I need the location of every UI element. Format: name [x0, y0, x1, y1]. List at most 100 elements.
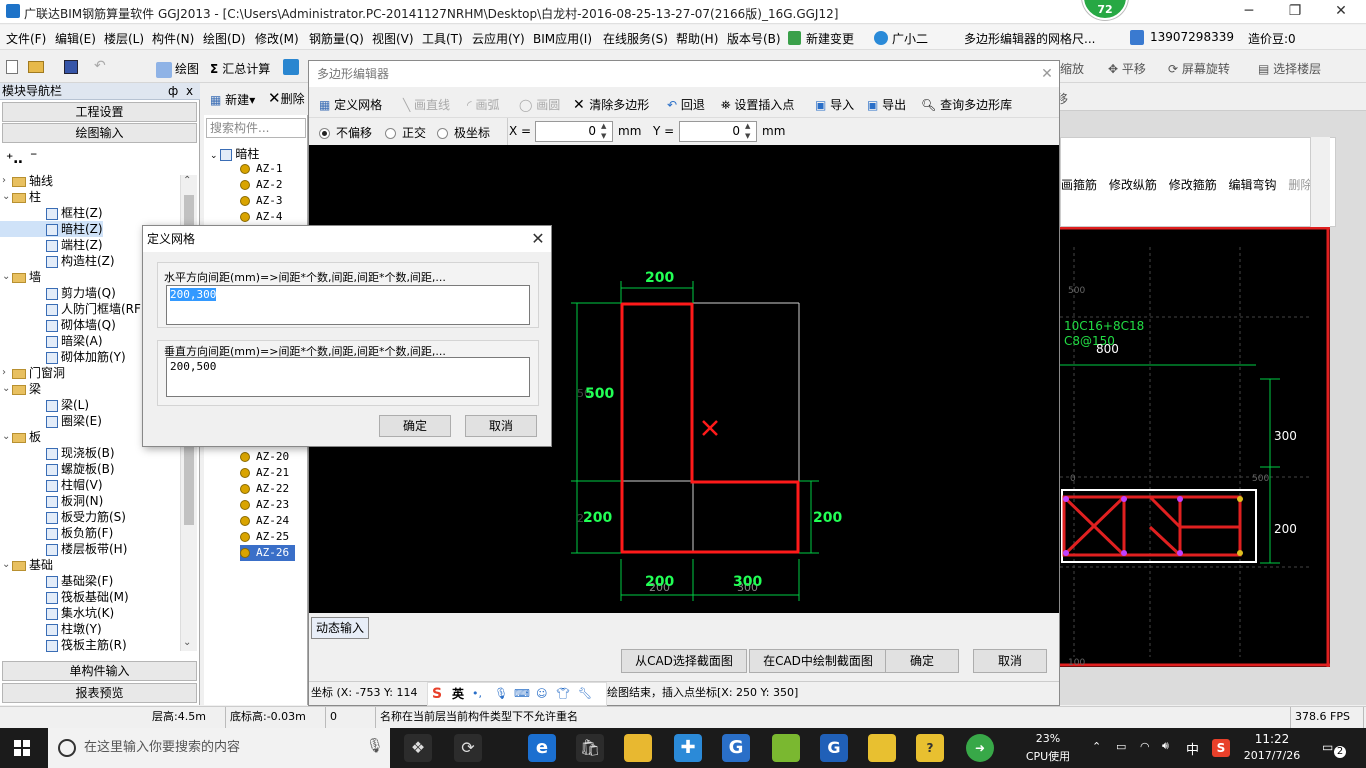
menu-bim[interactable]: BIM应用(I) [533, 30, 592, 47]
tree-item[interactable]: 基础梁(F) [0, 573, 113, 589]
draw-input-button[interactable]: 绘图输入 [2, 123, 197, 143]
delete-rebar-button[interactable]: 删除 [1288, 178, 1312, 192]
menu-assistant[interactable]: 广小二 [892, 30, 928, 47]
menu-cloud[interactable]: 云应用(Y) [472, 30, 525, 47]
delete-component-button[interactable]: ✕删除 [268, 89, 305, 107]
tree-item[interactable]: 暗柱(Z) [0, 221, 103, 237]
open-folder-icon[interactable] [28, 61, 44, 73]
tree-folder[interactable]: › 轴线 [0, 173, 53, 189]
expand-all-icon[interactable]: ⁺‥ [6, 151, 23, 167]
microphone-icon[interactable]: 🎙︎ [494, 683, 508, 705]
cloud-check-icon[interactable] [283, 59, 299, 75]
dialog-close-icon[interactable]: ✕ [527, 228, 549, 250]
glodon-app-icon[interactable]: ⟳ [454, 734, 482, 762]
expand-chevron-icon[interactable]: ⌄ [2, 557, 10, 573]
keyboard-icon[interactable]: ⌨ [514, 683, 530, 705]
tree-item[interactable]: 现浇板(B) [0, 445, 115, 461]
pin-icon[interactable]: ф [168, 83, 178, 99]
set-insert-point-button[interactable]: ⛯ 设置插入点 [721, 96, 794, 113]
network-icon[interactable]: ▭ [1116, 740, 1126, 753]
panel-close-icon[interactable]: x [186, 83, 193, 99]
tree-item[interactable]: 暗梁(A) [0, 333, 103, 349]
component-list-item[interactable]: AZ-20 [240, 449, 289, 465]
pan-button[interactable]: ✥ 平移 [1108, 60, 1146, 77]
clear-polygon-button[interactable]: ✕ 清除多边形 [573, 96, 649, 113]
scroll-down-icon[interactable]: ⌄ [183, 637, 191, 648]
draw-tool-button[interactable]: 绘图 [156, 60, 199, 78]
wrench-icon[interactable]: 🔧︎ [578, 683, 592, 705]
tree-folder[interactable]: ⌄ 基础 [0, 557, 53, 573]
expand-chevron-icon[interactable]: › [2, 173, 6, 189]
component-list-item[interactable]: AZ-23 [240, 497, 289, 513]
volume-icon[interactable]: 🔊︎ [1162, 739, 1169, 753]
polygon-cancel-button[interactable]: 取消 [973, 649, 1047, 673]
tree-item[interactable]: 砌体墙(Q) [0, 317, 116, 333]
menu-rebar-qty[interactable]: 钢筋量(Q) [309, 30, 364, 47]
draw-stirrup-button[interactable]: 画箍筋 [1061, 178, 1097, 192]
tree-item[interactable]: 端柱(Z) [0, 237, 103, 253]
edit-stirrup-button[interactable]: 修改箍筋 [1169, 178, 1217, 192]
file-explorer-icon[interactable] [624, 734, 652, 762]
polar-radio[interactable]: 极坐标 [437, 124, 490, 141]
edit-long-rebar-button[interactable]: 修改纵筋 [1109, 178, 1157, 192]
component-list-item[interactable]: AZ-26 [240, 545, 296, 561]
expand-chevron-icon[interactable]: ⌄ [2, 269, 10, 285]
menu-tip[interactable]: 多边形编辑器的网格尺... [964, 30, 1095, 47]
menu-edit[interactable]: 编辑(E) [55, 30, 96, 47]
tree-item[interactable]: 构造柱(Z) [0, 253, 115, 269]
windows-start-icon[interactable] [14, 740, 30, 756]
tree-item[interactable]: 砌体加筋(Y) [0, 349, 126, 365]
scroll-up-icon[interactable]: ⌃ [183, 175, 191, 186]
draw-in-cad-button[interactable]: 在CAD中绘制截面图 [749, 649, 887, 673]
component-search-input[interactable]: 搜索构件... [206, 118, 306, 138]
component-list-item[interactable]: AZ-25 [240, 529, 289, 545]
undo-arrow-icon[interactable]: ↶ [94, 58, 106, 74]
polygon-ok-button[interactable]: 确定 [885, 649, 959, 673]
ggj-app-icon[interactable]: G [722, 734, 750, 762]
tree-item[interactable]: 梁(L) [0, 397, 89, 413]
tree-item[interactable]: 楼层板带(H) [0, 541, 127, 557]
select-floor-button[interactable]: ▤ 选择楼层 [1258, 60, 1321, 77]
clock-date[interactable]: 2017/7/26 [1236, 749, 1308, 762]
single-component-input-button[interactable]: 单构件输入 [2, 661, 197, 681]
component-list-item[interactable]: AZ-4 [240, 209, 283, 225]
tree-item[interactable]: 筏板基础(M) [0, 589, 129, 605]
store-icon[interactable]: 🛍︎ [576, 734, 604, 762]
tree-folder[interactable]: › 门窗洞 [0, 365, 65, 381]
microphone-icon[interactable]: 🎙︎ [366, 738, 384, 754]
expand-chevron-icon[interactable]: ⌄ [2, 189, 10, 205]
new-file-icon[interactable] [6, 60, 18, 74]
tree-item[interactable]: 人防门框墙(RF [0, 301, 141, 317]
tree-item[interactable]: 集水坑(K) [0, 605, 114, 621]
close-button[interactable]: ✕ [1318, 0, 1364, 24]
tree-item[interactable]: 螺旋板(B) [0, 461, 115, 477]
section-preview-canvas[interactable]: 500 500 0 100 10C16+8C18 C8@150 800 300 … [1060, 227, 1330, 667]
rebar-spec-line1[interactable]: 10C16+8C18 [1064, 319, 1144, 333]
rotate-screen-button[interactable]: ⟳ 屏幕旋转 [1168, 60, 1230, 77]
restore-button[interactable]: ❐ [1272, 0, 1318, 24]
green-app-icon[interactable]: ➜ [966, 734, 994, 762]
menu-online[interactable]: 在线服务(S) [603, 30, 668, 47]
tree-item[interactable]: 板洞(N) [0, 493, 103, 509]
select-from-cad-button[interactable]: 从CAD选择截面图 [621, 649, 747, 673]
emoji-icon[interactable]: ☺ [536, 683, 547, 705]
component-list-item[interactable]: AZ-2 [240, 177, 283, 193]
help-app-icon[interactable]: ? [916, 734, 944, 762]
component-list-item[interactable]: AZ-1 [240, 161, 283, 177]
project-settings-button[interactable]: 工程设置 [2, 102, 197, 122]
draw-arc-button[interactable]: ◜ 画弧 [467, 96, 499, 113]
menu-modify[interactable]: 修改(M) [255, 30, 299, 47]
tree-item[interactable]: 板受力筋(S) [0, 509, 126, 525]
menu-floor[interactable]: 楼层(L) [104, 30, 144, 47]
skin-icon[interactable]: 👕︎ [556, 683, 570, 705]
component-list-item[interactable]: AZ-21 [240, 465, 289, 481]
taskbar-search-input[interactable]: 在这里输入你要搜索的内容 [48, 728, 390, 768]
menu-draw[interactable]: 绘图(D) [203, 30, 246, 47]
minimize-button[interactable]: ─ [1226, 0, 1272, 24]
notification-icon[interactable]: ▭ [1322, 740, 1333, 754]
tree-item[interactable]: 柱帽(V) [0, 477, 103, 493]
edit-hook-button[interactable]: 编辑弯钩 [1229, 178, 1277, 192]
define-grid-button[interactable]: ▦ 定义网格 [319, 96, 382, 113]
tree-folder[interactable]: ⌄ 板 [0, 429, 41, 445]
new-component-button[interactable]: ▦ 新建▾ [210, 91, 255, 108]
